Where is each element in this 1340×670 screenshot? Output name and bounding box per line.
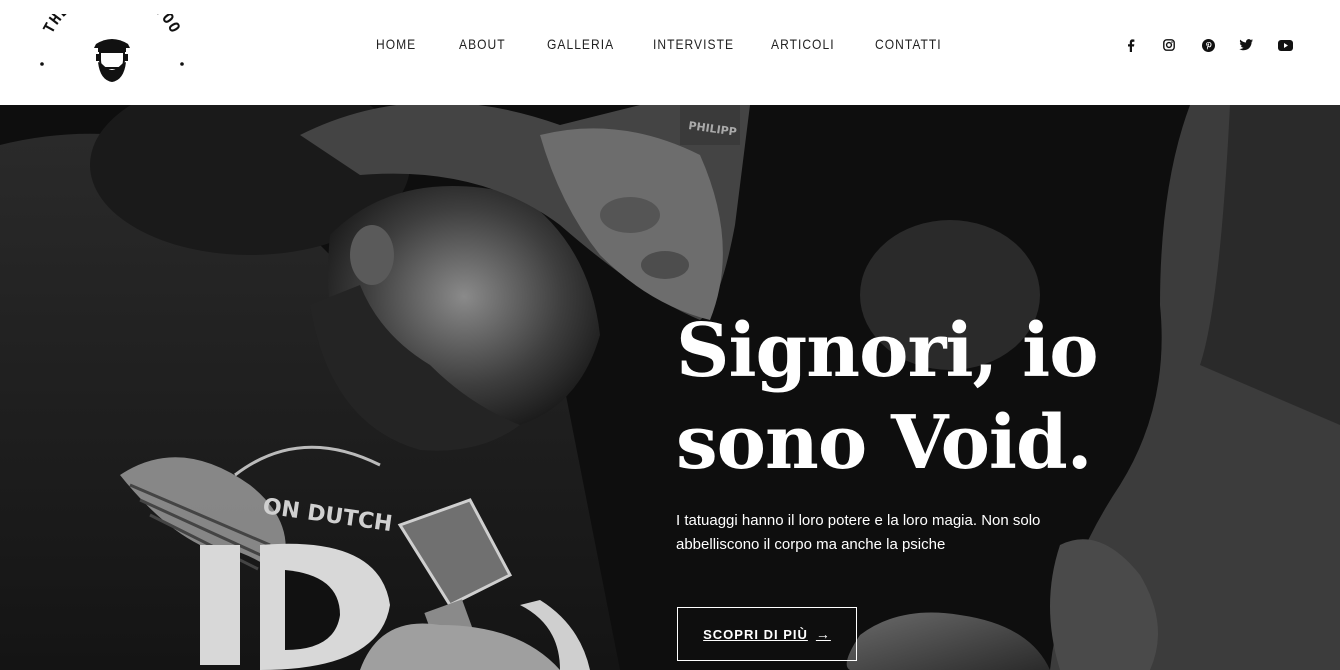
hero-section: PHILIPP ON DUTCH Signori, io sono Void. … [0, 105, 1340, 670]
logo-text: THE VOID TATTOO [40, 0, 184, 36]
nav-home[interactable]: HOME [376, 36, 416, 52]
hero-title-line-1: Signori, io [676, 308, 1099, 394]
cta-label: SCOPRI DI PIÙ [703, 626, 808, 642]
pinterest-icon[interactable] [1199, 36, 1217, 54]
nav-articoli[interactable]: ARTICOLI [771, 36, 835, 52]
nav-contatti[interactable]: CONTATTI [875, 36, 942, 52]
nav-galleria[interactable]: GALLERIA [547, 36, 614, 52]
hero-title-line-2: sono Void. [676, 400, 1093, 486]
site-header: THE VOID TATTOO HOME ABOUT GALLERIA INTE… [0, 0, 1340, 105]
hero-description: I tatuaggi hanno il loro potere e la lor… [676, 512, 1041, 553]
twitter-icon[interactable] [1237, 36, 1255, 54]
facebook-icon[interactable] [1122, 36, 1140, 54]
arrow-right-icon: → [815, 626, 831, 642]
nav-interviste[interactable]: INTERVISTE [653, 36, 734, 52]
youtube-icon[interactable] [1276, 36, 1294, 54]
hero-title: Signori, io sono Void. [676, 305, 1196, 489]
instagram-icon[interactable] [1160, 36, 1178, 54]
scopri-di-piu-button[interactable]: SCOPRI DI PIÙ → [677, 607, 857, 661]
svg-text:THE VOID TATTOO: THE VOID TATTOO [40, 14, 185, 36]
nav-about[interactable]: ABOUT [459, 36, 506, 52]
